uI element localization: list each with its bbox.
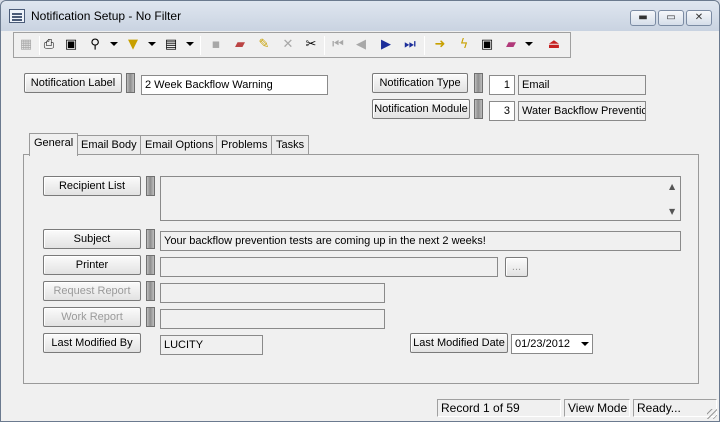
notification-module-grip[interactable]: [474, 99, 483, 119]
tab-email-body[interactable]: Email Body: [76, 135, 142, 155]
work-report-grip[interactable]: [146, 307, 155, 327]
minimize-button[interactable]: ▬: [630, 10, 656, 26]
new-dropdown-icon[interactable]: [186, 42, 194, 46]
last-modified-by-value: LUCITY: [160, 335, 263, 355]
filter-dropdown-icon[interactable]: [148, 42, 156, 46]
tab-tasks[interactable]: Tasks: [271, 135, 310, 155]
toolbar-separator: [324, 36, 325, 55]
request-report-button[interactable]: Request Report: [43, 281, 141, 301]
tab-email-options[interactable]: Email Options: [140, 135, 219, 155]
notification-module-code[interactable]: 3: [489, 101, 515, 121]
recipient-list-textarea[interactable]: [160, 176, 681, 221]
title-bar: Notification Setup - No Filter ▬ ▭ ✕: [1, 1, 719, 31]
window-title: Notification Setup - No Filter: [31, 9, 182, 23]
notification-label-grip[interactable]: [126, 73, 135, 93]
scroll-up-icon[interactable]: ▲: [669, 182, 716, 191]
tab-general[interactable]: General: [29, 133, 79, 156]
work-report-input[interactable]: [160, 309, 385, 329]
exit-icon[interactable]: ⏏: [544, 36, 564, 54]
tab-problems[interactable]: Problems: [216, 135, 273, 155]
library-icon[interactable]: ▰: [501, 36, 521, 54]
filter-icon[interactable]: ▼: [123, 36, 143, 54]
reports-icon[interactable]: ▣: [477, 36, 497, 54]
notification-setup-window: Notification Setup - No Filter ▬ ▭ ✕ ▦ ⎙…: [0, 0, 720, 422]
last-modified-by-button[interactable]: Last Modified By: [43, 333, 141, 353]
request-report-input[interactable]: [160, 283, 385, 303]
find-dropdown-icon[interactable]: [110, 42, 118, 46]
library-dropdown-icon[interactable]: [525, 42, 533, 46]
recipient-list-grip[interactable]: [146, 176, 155, 196]
request-report-grip[interactable]: [146, 281, 155, 301]
delete-icon[interactable]: ✕: [278, 36, 298, 54]
last-modified-date-button[interactable]: Last Modified Date: [410, 333, 508, 353]
print-icon[interactable]: ⎙: [39, 36, 59, 54]
notification-module-description: Water Backflow Preventic: [518, 101, 646, 121]
form-icon: [9, 9, 25, 23]
print-preview-icon[interactable]: ▣: [61, 36, 81, 54]
edit-pencil-icon[interactable]: ✎: [254, 36, 274, 54]
notification-type-code[interactable]: 1: [489, 75, 515, 95]
subject-button[interactable]: Subject: [43, 229, 141, 249]
printer-button[interactable]: Printer: [43, 255, 141, 275]
grid-icon[interactable]: ▦: [16, 36, 36, 54]
chevron-down-icon[interactable]: [581, 342, 589, 346]
last-modified-date-picker[interactable]: 01/23/2012: [511, 334, 593, 354]
notification-type-button[interactable]: Notification Type: [372, 73, 468, 93]
cut-icon[interactable]: ✂: [301, 36, 321, 54]
notification-label-button[interactable]: Notification Label: [24, 73, 122, 93]
close-button[interactable]: ✕: [686, 10, 712, 26]
record-count: Record 1 of 59: [437, 399, 561, 417]
toolbar-separator: [200, 36, 201, 55]
first-record-icon[interactable]: ⏮: [328, 36, 348, 54]
last-record-icon[interactable]: ⏭: [400, 36, 420, 54]
recipient-list-button[interactable]: Recipient List: [43, 176, 141, 196]
notification-module-button[interactable]: Notification Module: [372, 99, 470, 119]
notification-type-description: Email: [518, 75, 646, 95]
subject-grip[interactable]: [146, 229, 155, 249]
run-icon[interactable]: ϟ: [454, 36, 474, 54]
subject-input[interactable]: Your backflow prevention tests are comin…: [160, 231, 681, 251]
resize-grip-icon[interactable]: [707, 409, 717, 419]
scroll-down-icon[interactable]: ▼: [669, 207, 716, 216]
printer-browse-button[interactable]: ...: [505, 257, 528, 277]
go-to-icon[interactable]: ➜: [430, 36, 450, 54]
next-record-icon[interactable]: ▶: [376, 36, 396, 54]
toolbar-separator: [424, 36, 425, 55]
last-modified-date-value: 01/23/2012: [515, 338, 571, 350]
save-icon[interactable]: ▪: [206, 36, 226, 54]
toolbar: ▦ ⎙ ▣ ⚲ ▼ ▤ ▪ ▰ ✎ ✕ ✂ ⏮ ◀ ▶ ⏭ ➜ ϟ ▣ ▰ ⏏: [13, 32, 571, 58]
books-icon[interactable]: ▰: [230, 36, 250, 54]
notification-label-input[interactable]: 2 Week Backflow Warning: [141, 75, 328, 95]
printer-input[interactable]: [160, 257, 498, 277]
ready-status: Ready...: [633, 399, 717, 417]
notification-type-grip[interactable]: [474, 73, 483, 93]
view-mode-status: View Mode: [564, 399, 630, 417]
status-bar: Record 1 of 59 View Mode Ready...: [1, 397, 719, 421]
previous-record-icon[interactable]: ◀: [351, 36, 371, 54]
printer-grip[interactable]: [146, 255, 155, 275]
work-report-button[interactable]: Work Report: [43, 307, 141, 327]
new-document-icon[interactable]: ▤: [161, 36, 181, 54]
find-icon[interactable]: ⚲: [85, 36, 105, 54]
maximize-button[interactable]: ▭: [658, 10, 684, 26]
